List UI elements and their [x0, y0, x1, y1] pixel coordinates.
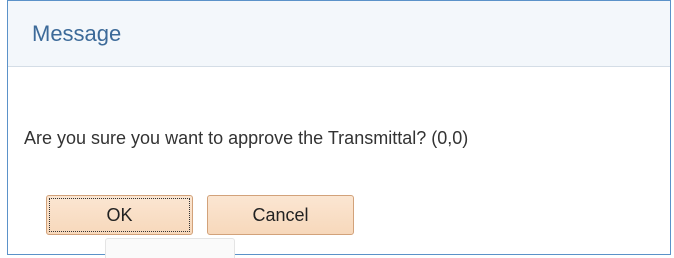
dialog-message: Are you sure you want to approve the Tra… [24, 128, 469, 148]
background-button-partial [105, 238, 235, 258]
message-dialog: Message Are you sure you want to approve… [7, 0, 671, 258]
dialog-title: Message [32, 21, 122, 46]
ok-button[interactable]: OK [46, 195, 193, 235]
cancel-button[interactable]: Cancel [207, 195, 354, 235]
dialog-header: Message [8, 1, 670, 67]
